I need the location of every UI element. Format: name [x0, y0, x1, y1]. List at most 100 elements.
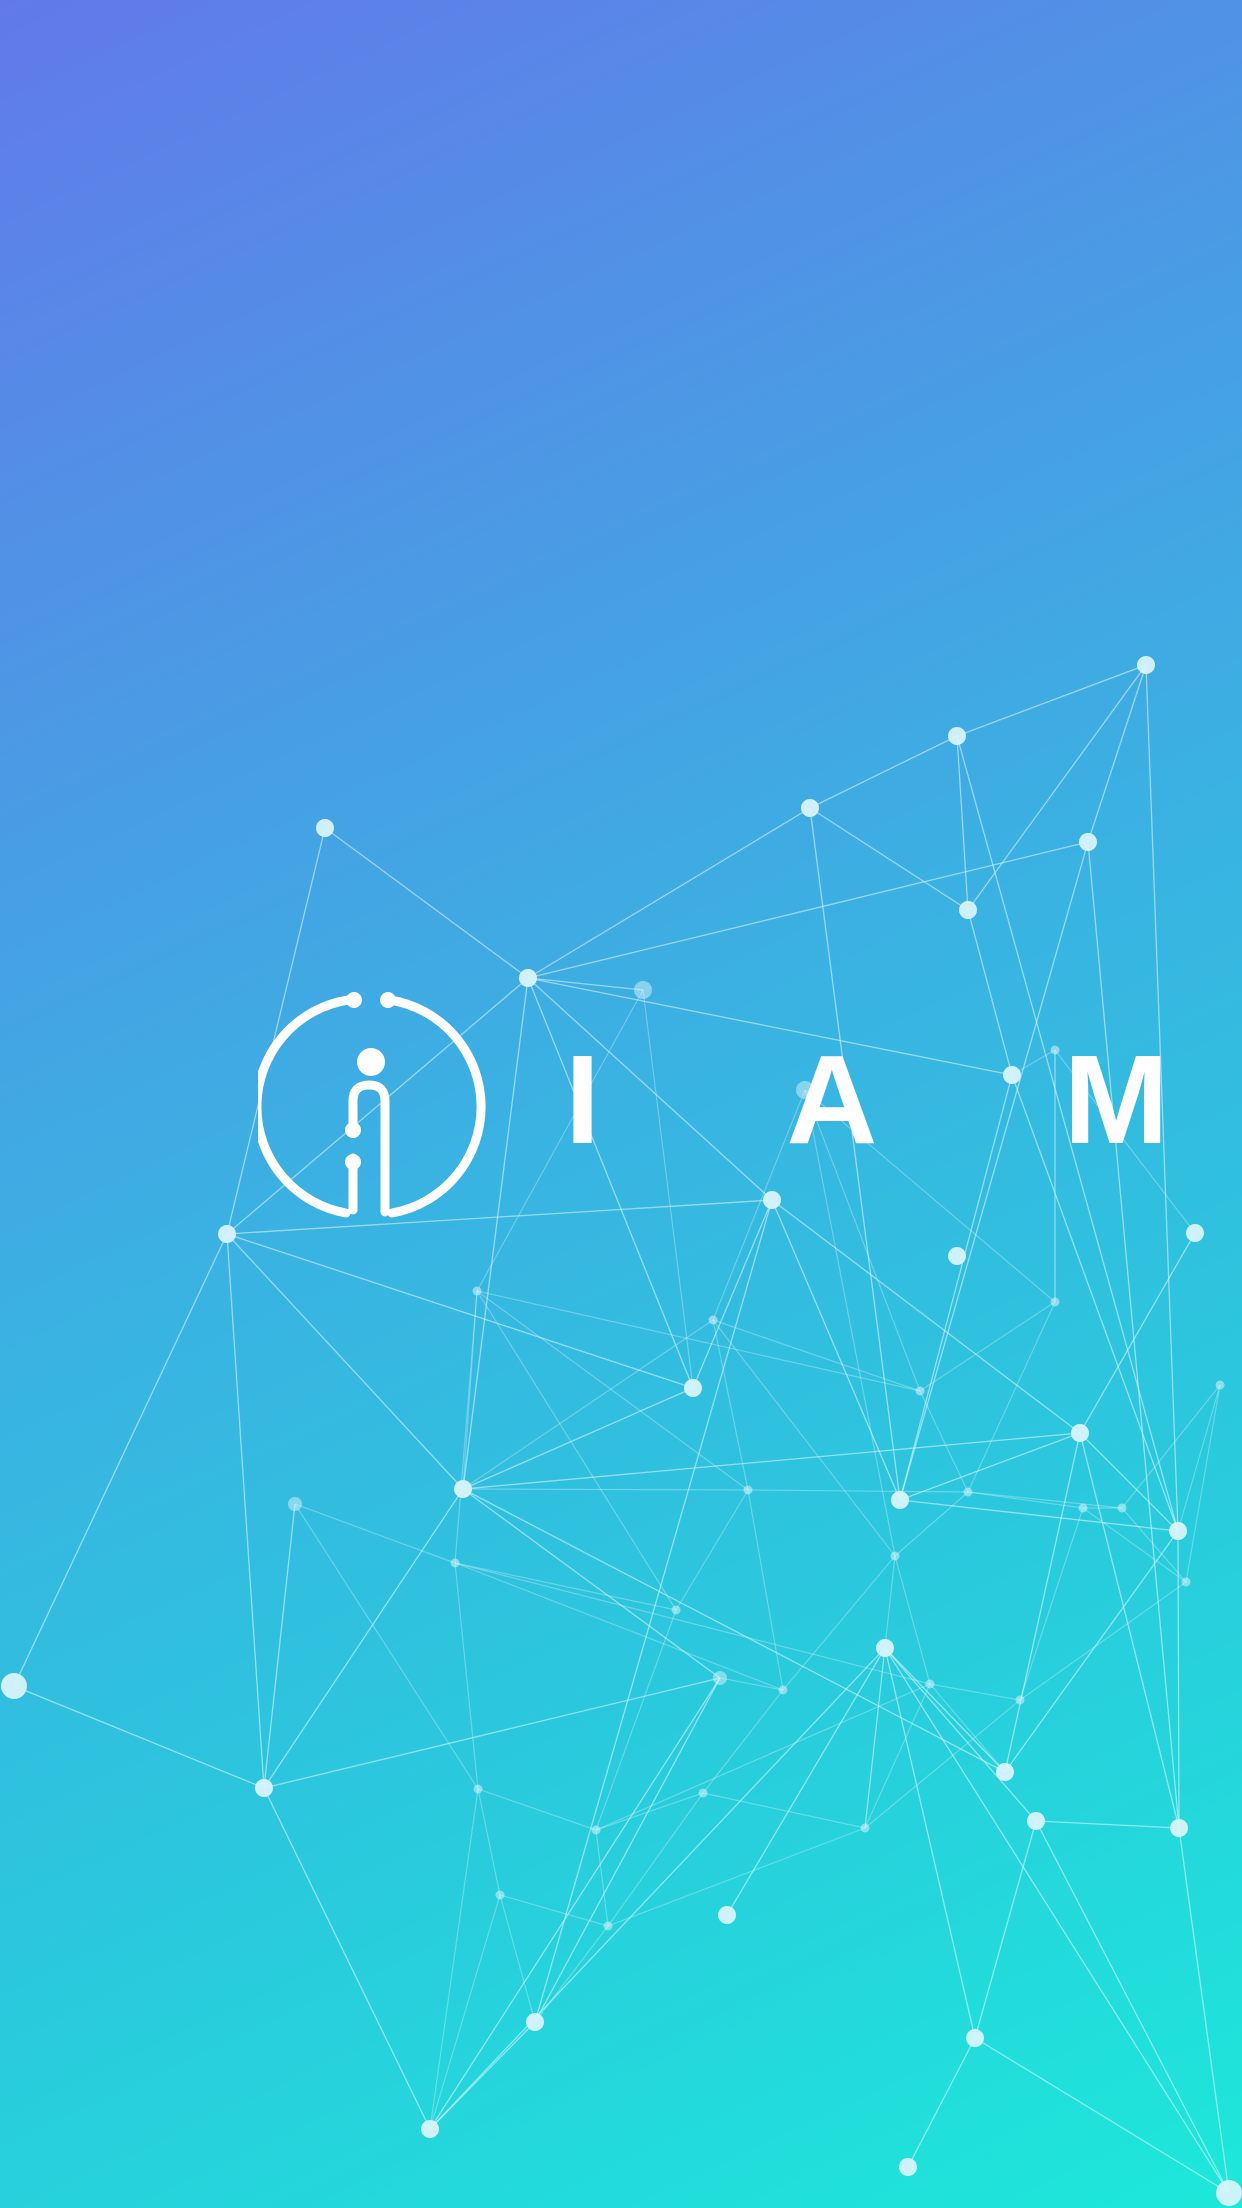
network-node [966, 2029, 984, 2047]
network-link [462, 1387, 694, 1490]
network-node [743, 1485, 753, 1495]
network-link-faint [294, 1503, 456, 1564]
network-link-faint [595, 1609, 677, 1831]
network-link-faint [294, 1503, 479, 1790]
network-node [526, 2013, 544, 2031]
network-node [718, 1906, 736, 1924]
network-link-faint [675, 1489, 749, 1611]
network-link [1178, 1827, 1230, 2194]
network-node [1071, 1424, 1089, 1442]
network-node [1027, 1812, 1045, 1830]
network-link [1177, 1530, 1180, 1829]
network-link-faint [534, 1925, 609, 2023]
network-link-faint [747, 1489, 784, 1691]
network-node [684, 1379, 702, 1397]
network-link [1004, 1530, 1179, 1773]
network-link-faint [476, 1290, 749, 1491]
network-link [956, 664, 1147, 737]
network-node [890, 1551, 900, 1561]
splash-screen: I A M [0, 0, 1242, 2208]
network-node [996, 1763, 1014, 1781]
network-link [884, 1647, 976, 2039]
network-node [255, 1779, 273, 1797]
network-node [948, 727, 966, 745]
network-node [603, 1921, 613, 1931]
network-link-faint [454, 1562, 784, 1691]
network-link-faint [454, 1562, 931, 1685]
network-link-faint [595, 1829, 609, 1927]
network-link [967, 664, 1147, 911]
network-link-faint [864, 1647, 886, 1829]
network-link [13, 1685, 265, 1789]
network-node [1079, 833, 1097, 851]
network-link-faint [719, 1677, 784, 1691]
network-link-faint [782, 1555, 896, 1691]
network-link-faint [929, 1683, 1021, 1701]
network-node [1169, 1522, 1187, 1540]
network-link [462, 1432, 1081, 1490]
network-link-faint [499, 1894, 609, 1927]
network-node [472, 1286, 482, 1296]
network-node [713, 1671, 727, 1685]
network-node [763, 1191, 781, 1209]
network-node [1050, 1297, 1060, 1307]
network-link [527, 977, 644, 991]
network-link [527, 841, 1089, 979]
network-node [495, 1890, 505, 1900]
network-link-faint [1121, 1507, 1187, 1583]
network-link [1079, 1232, 1196, 1434]
network-link [13, 1233, 228, 1687]
network-node [1137, 656, 1155, 674]
i-circle-logo-icon [258, 992, 486, 1218]
network-link-faint [702, 1792, 866, 1829]
network-node [1078, 1503, 1088, 1513]
network-link-faint [499, 1894, 536, 2023]
network-link-faint [462, 1290, 478, 1490]
network-link [226, 1233, 464, 1490]
network-link-faint [929, 1683, 1006, 1773]
network-link-faint [462, 1488, 749, 1491]
network-link-faint [595, 1792, 704, 1831]
network-node [454, 1480, 472, 1498]
network-link [809, 807, 969, 911]
network-node [1, 1673, 27, 1699]
network-node [860, 1823, 870, 1833]
network-link [974, 1820, 1037, 2039]
network-node [698, 1788, 708, 1798]
network-link [974, 2037, 1230, 2194]
network-link [226, 1233, 265, 1789]
network-node [1181, 1577, 1191, 1587]
network-node [591, 1825, 601, 1835]
network-link [884, 1647, 1006, 1773]
brand-wordmark: I A M [565, 1029, 1242, 1170]
network-link [1087, 664, 1147, 843]
network-node [801, 799, 819, 817]
network-node [316, 819, 334, 837]
network-node [421, 2120, 439, 2138]
network-link [907, 2037, 976, 2168]
network-node [778, 1685, 788, 1695]
network-link-faint [454, 1562, 479, 1790]
network-link [534, 1677, 721, 2023]
network-node [1186, 1224, 1204, 1242]
network-link [462, 1488, 721, 1679]
network-node [891, 1491, 909, 1509]
network-link-faint [1019, 1507, 1084, 1701]
network-link-faint [429, 1788, 479, 2130]
network-node [671, 1605, 681, 1615]
network-link-faint [454, 1562, 677, 1611]
network-node [925, 1679, 935, 1689]
network-link-faint [607, 1827, 866, 1927]
network-link [263, 1677, 721, 1789]
network-node [1117, 1503, 1127, 1513]
network-link [263, 1787, 431, 2130]
network-link-faint [477, 1788, 501, 1896]
network-link-faint [595, 1683, 931, 1831]
network-node [963, 1487, 973, 1497]
network-node [959, 901, 977, 919]
network-node [218, 1225, 236, 1243]
network-link [263, 1488, 464, 1789]
network-node [915, 1386, 925, 1396]
network-node [288, 1497, 302, 1511]
network-link-faint [747, 1489, 969, 1493]
